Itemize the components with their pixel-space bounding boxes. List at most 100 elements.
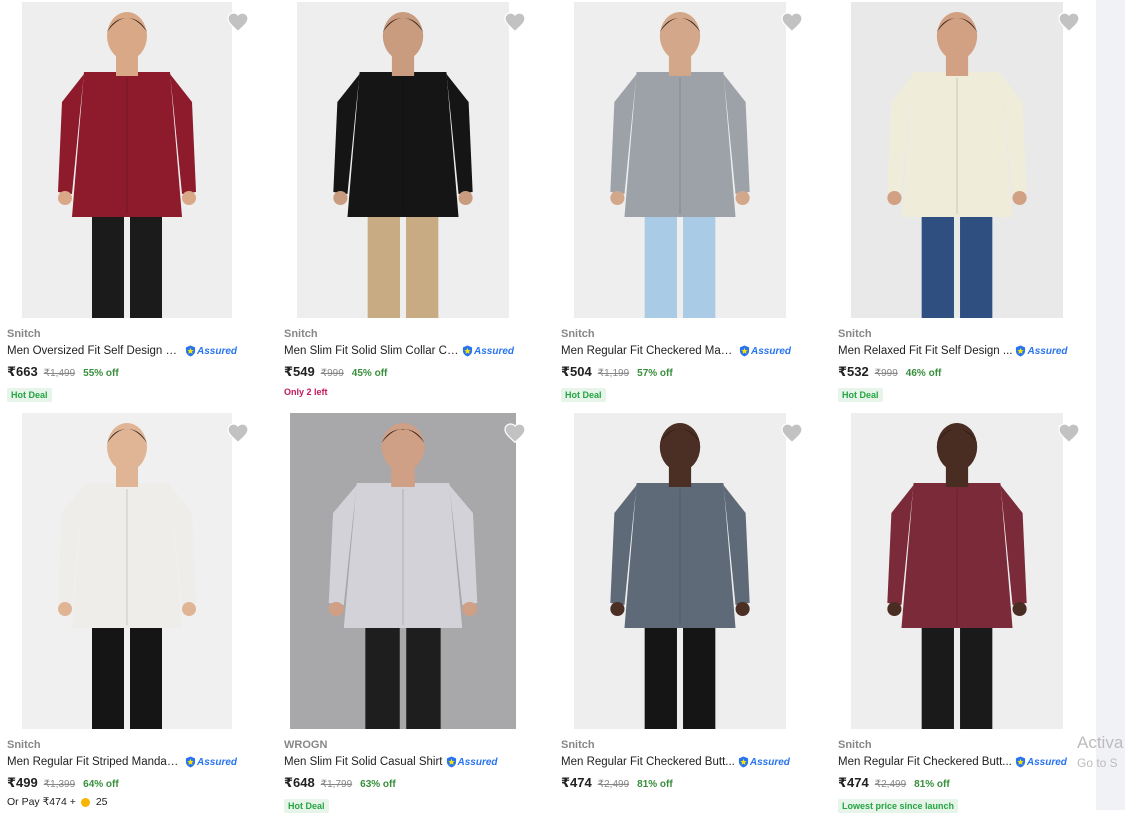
deal-tag: Hot Deal bbox=[838, 388, 883, 402]
wishlist-heart-icon[interactable] bbox=[780, 421, 804, 445]
product-image-container[interactable] bbox=[0, 0, 270, 318]
assured-shield-icon bbox=[1016, 345, 1026, 357]
product-title-row: Men Regular Fit Striped Mandari... Assure… bbox=[7, 754, 269, 770]
product-image-container[interactable] bbox=[554, 411, 824, 729]
product-title-row: Men Slim Fit Solid Slim Collar Ca... Assu… bbox=[284, 343, 546, 359]
product-brand: Snitch bbox=[561, 739, 595, 751]
discount-percent: 45% off bbox=[351, 368, 388, 379]
price-row: ₹648 ₹1,799 63% off bbox=[284, 775, 396, 791]
wishlist-heart-icon[interactable] bbox=[226, 421, 250, 445]
product-title[interactable]: Men Regular Fit Checkered Man... bbox=[561, 345, 736, 357]
product-card[interactable]: Snitch Men Regular Fit Checkered Butt... A… bbox=[554, 411, 824, 816]
product-image[interactable] bbox=[22, 413, 232, 729]
product-title[interactable]: Men Oversized Fit Self Design C... bbox=[7, 345, 182, 357]
product-brand: Snitch bbox=[838, 739, 872, 751]
assured-badge: Assured bbox=[738, 756, 790, 768]
windows-activation-watermark: Activa bbox=[1077, 733, 1124, 752]
assured-badge: Assured bbox=[1015, 345, 1068, 357]
product-image[interactable] bbox=[297, 2, 509, 318]
product-title-row: Men Slim Fit Solid Casual Shirt Assured bbox=[284, 754, 546, 770]
product-title[interactable]: Men Regular Fit Checkered Butt... bbox=[838, 756, 1012, 768]
product-image-container[interactable] bbox=[831, 411, 1101, 729]
price-row: ₹474 ₹2,499 81% off bbox=[838, 775, 950, 791]
stock-warning-label: Only 2 left bbox=[284, 387, 328, 397]
assured-shield-icon bbox=[739, 345, 750, 357]
selling-price: ₹663 bbox=[7, 364, 38, 379]
discount-percent: 81% off bbox=[637, 779, 673, 790]
product-title-row: Men Oversized Fit Self Design C... Assure… bbox=[7, 343, 269, 359]
product-image[interactable] bbox=[290, 413, 516, 729]
product-brand: Snitch bbox=[561, 328, 595, 340]
wishlist-heart-icon[interactable] bbox=[1057, 10, 1081, 34]
product-grid: Snitch Men Oversized Fit Self Design C...… bbox=[0, 0, 1096, 813]
selling-price: ₹532 bbox=[838, 364, 869, 379]
product-image-container[interactable] bbox=[831, 0, 1101, 318]
price-row: ₹504 ₹1,199 57% off bbox=[561, 364, 673, 380]
product-title-row: Men Regular Fit Checkered Butt... Assured bbox=[838, 754, 1100, 770]
product-card[interactable]: Snitch Men Slim Fit Solid Slim Collar Ca.… bbox=[277, 0, 547, 405]
assured-badge: Assured bbox=[462, 345, 514, 357]
assured-badge: Assured bbox=[1015, 756, 1067, 768]
assured-badge: Assured bbox=[185, 345, 237, 357]
product-card[interactable]: Snitch Men Relaxed Fit Fit Self Design ..… bbox=[831, 0, 1101, 405]
assured-shield-icon bbox=[738, 756, 748, 768]
price-row: ₹549 ₹999 45% off bbox=[284, 364, 387, 380]
product-card[interactable]: Snitch Men Regular Fit Checkered Man... As… bbox=[554, 0, 824, 405]
product-title-row: Men Regular Fit Checkered Butt... Assured bbox=[561, 754, 823, 770]
original-price: ₹999 bbox=[320, 368, 344, 379]
product-card[interactable]: WROGN Men Slim Fit Solid Casual Shirt Assu… bbox=[277, 411, 547, 816]
assured-label: Assured bbox=[457, 756, 498, 768]
original-price: ₹1,799 bbox=[320, 779, 353, 790]
discount-percent: 55% off bbox=[83, 368, 119, 379]
product-brand: Snitch bbox=[284, 328, 318, 340]
original-price: ₹1,199 bbox=[597, 368, 630, 379]
selling-price: ₹504 bbox=[561, 364, 592, 379]
assured-label: Assured bbox=[749, 756, 790, 768]
assured-shield-icon bbox=[1015, 756, 1025, 768]
original-price: ₹1,399 bbox=[43, 779, 76, 790]
windows-activation-hint: Go to S bbox=[1077, 756, 1118, 770]
product-image[interactable] bbox=[574, 413, 786, 729]
product-brand: Snitch bbox=[7, 739, 41, 751]
assured-label: Assured bbox=[197, 756, 238, 768]
wishlist-heart-icon[interactable] bbox=[503, 421, 527, 445]
price-row: ₹474 ₹2,499 81% off bbox=[561, 775, 673, 791]
assured-label: Assured bbox=[751, 345, 792, 357]
product-card[interactable]: Snitch Men Regular Fit Striped Mandari...… bbox=[0, 411, 270, 816]
supercoin-offer: Or Pay ₹474 + 25 bbox=[7, 796, 108, 808]
wishlist-heart-icon[interactable] bbox=[226, 10, 250, 34]
product-title[interactable]: Men Regular Fit Checkered Butt... bbox=[561, 756, 735, 768]
assured-shield-icon bbox=[446, 756, 456, 768]
product-image[interactable] bbox=[851, 413, 1063, 729]
original-price: ₹2,499 bbox=[874, 779, 907, 790]
assured-shield-icon bbox=[185, 756, 196, 768]
product-title-row: Men Regular Fit Checkered Man... Assured bbox=[561, 343, 823, 359]
wishlist-heart-icon[interactable] bbox=[503, 10, 527, 34]
assured-badge: Assured bbox=[739, 345, 791, 357]
discount-percent: 57% off bbox=[637, 368, 673, 379]
product-image-container[interactable] bbox=[0, 411, 270, 729]
product-title[interactable]: Men Slim Fit Solid Slim Collar Ca... bbox=[284, 345, 459, 357]
supercoin-offer-text: Or Pay ₹474 + bbox=[7, 796, 76, 808]
discount-percent: 63% off bbox=[360, 779, 396, 790]
original-price: ₹2,499 bbox=[597, 779, 630, 790]
product-image[interactable] bbox=[851, 2, 1063, 318]
wishlist-heart-icon[interactable] bbox=[780, 10, 804, 34]
product-image-container[interactable] bbox=[277, 0, 547, 318]
assured-label: Assured bbox=[1027, 345, 1068, 357]
product-title-row: Men Relaxed Fit Fit Self Design ... Assur… bbox=[838, 343, 1100, 359]
product-image-container[interactable] bbox=[554, 0, 824, 318]
wishlist-heart-icon[interactable] bbox=[1057, 421, 1081, 445]
product-card[interactable]: Snitch Men Oversized Fit Self Design C...… bbox=[0, 0, 270, 405]
discount-percent: 64% off bbox=[83, 779, 119, 790]
product-image[interactable] bbox=[22, 2, 232, 318]
product-title[interactable]: Men Slim Fit Solid Casual Shirt bbox=[284, 756, 443, 768]
product-title[interactable]: Men Regular Fit Striped Mandari... bbox=[7, 756, 182, 768]
product-title[interactable]: Men Relaxed Fit Fit Self Design ... bbox=[838, 345, 1012, 357]
product-image-container[interactable] bbox=[277, 411, 547, 729]
product-card[interactable]: Snitch Men Regular Fit Checkered Butt... A… bbox=[831, 411, 1101, 816]
product-image[interactable] bbox=[574, 2, 786, 318]
selling-price: ₹474 bbox=[838, 775, 869, 790]
deal-tag: Lowest price since launch bbox=[838, 799, 959, 813]
product-brand: Snitch bbox=[838, 328, 872, 340]
